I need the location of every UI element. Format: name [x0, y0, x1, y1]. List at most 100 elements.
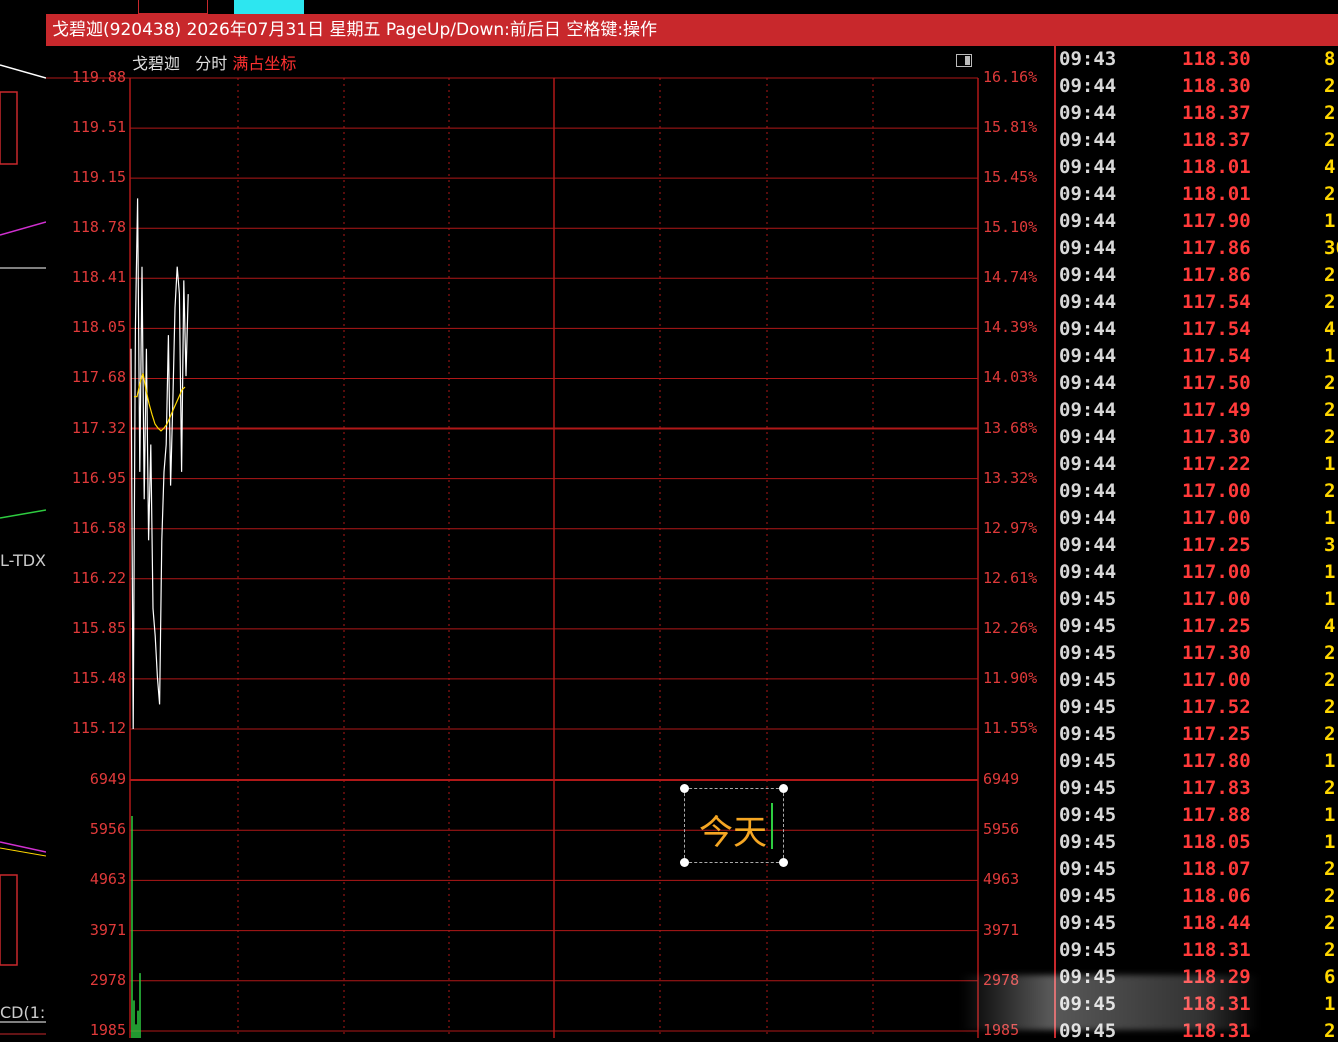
tick-row[interactable]: 09:43 118.30 8	[1056, 46, 1338, 73]
tick-time: 09:45	[1059, 696, 1117, 718]
tick-volume: 2	[1324, 696, 1336, 718]
tick-row[interactable]: 09:44 117.90 1	[1056, 208, 1338, 235]
tick-row[interactable]: 09:45 117.88 1	[1056, 802, 1338, 829]
tick-row[interactable]: 09:44 117.25 3	[1056, 532, 1338, 559]
tick-volume: 2	[1324, 129, 1336, 151]
price-axis-label-right: 13.32%	[983, 468, 1038, 487]
resize-handle-bottom-left[interactable]	[680, 858, 689, 867]
tick-price: 117.30	[1182, 426, 1251, 448]
panel-toggle-icon[interactable]	[956, 54, 972, 67]
tick-price: 118.07	[1182, 858, 1251, 880]
intraday-chart[interactable]: 戈碧迦 分时 满占坐标 119.88 119.51 119.15 118.78 118.…	[46, 46, 1054, 1039]
tick-row[interactable]: 09:45 117.30 2	[1056, 640, 1338, 667]
tick-time: 09:44	[1059, 399, 1117, 421]
tick-row[interactable]: 09:45 117.00 2	[1056, 667, 1338, 694]
price-axis-label-left: 115.85	[71, 618, 126, 637]
tick-row[interactable]: 09:44 117.22 1	[1056, 451, 1338, 478]
top-toolbar-remnant	[46, 0, 1338, 14]
tick-price: 117.54	[1182, 345, 1251, 367]
window-title-bar[interactable]: 戈碧迦(920438) 2026年07月31日 星期五 PageUp/Down:…	[46, 14, 1338, 46]
tick-time: 09:45	[1059, 642, 1117, 664]
tick-price: 117.54	[1182, 318, 1251, 340]
tick-row[interactable]: 09:44 117.30 2	[1056, 424, 1338, 451]
tick-row[interactable]: 09:45 117.52 2	[1056, 694, 1338, 721]
price-axis-label-left: 118.41	[71, 268, 126, 287]
resize-handle-top-right[interactable]	[779, 784, 788, 793]
tick-row[interactable]: 09:44 117.54 1	[1056, 343, 1338, 370]
tick-time: 09:44	[1059, 102, 1117, 124]
price-axis-label-right: 11.90%	[983, 668, 1038, 687]
tick-list[interactable]: 09:43 118.30 8 09:44 118.30 2 09:44 118.37 2 09:4…	[1054, 46, 1338, 1038]
tick-price: 117.00	[1182, 588, 1251, 610]
tick-row[interactable]: 09:45 117.25 2	[1056, 721, 1338, 748]
tick-volume: 2	[1324, 291, 1336, 313]
text-annotation-box[interactable]: 今天	[680, 784, 788, 867]
tick-price: 118.37	[1182, 129, 1251, 151]
price-axis-label-left: 116.95	[71, 468, 126, 487]
tick-time: 09:45	[1059, 750, 1117, 772]
tick-price: 118.05	[1182, 831, 1251, 853]
tick-row[interactable]: 09:45 117.25 4	[1056, 613, 1338, 640]
tick-row[interactable]: 09:44 117.49 2	[1056, 397, 1338, 424]
tick-row[interactable]: 09:44 118.37 2	[1056, 100, 1338, 127]
tick-row[interactable]: 09:44 117.00 1	[1056, 505, 1338, 532]
tick-row[interactable]: 09:44 118.01 4	[1056, 154, 1338, 181]
top-tab-remnant[interactable]	[138, 0, 208, 14]
tick-row[interactable]: 09:44 118.37 2	[1056, 127, 1338, 154]
tick-row[interactable]: 09:45 118.07 2	[1056, 856, 1338, 883]
volume-axis-label-right: 6949	[983, 770, 1020, 788]
resize-handle-top-left[interactable]	[680, 784, 689, 793]
tick-row[interactable]: 09:44 117.50 2	[1056, 370, 1338, 397]
tick-row[interactable]: 09:44 118.01 2	[1056, 181, 1338, 208]
tick-row[interactable]: 09:45 117.80 1	[1056, 748, 1338, 775]
tick-price: 118.01	[1182, 156, 1251, 178]
tick-volume: 2	[1324, 939, 1336, 961]
tick-volume: 2	[1324, 264, 1336, 286]
tick-price: 117.54	[1182, 291, 1251, 313]
tick-price: 117.22	[1182, 453, 1251, 475]
tick-price: 117.86	[1182, 237, 1251, 259]
tick-row[interactable]: 09:45 118.31 2	[1056, 937, 1338, 964]
resize-handle-bottom-right[interactable]	[779, 858, 788, 867]
volume-axis-label-left: 1985	[89, 1021, 126, 1039]
volume-axis-label-right: 4963	[983, 870, 1020, 889]
tick-time: 09:44	[1059, 426, 1117, 448]
left-panel-label-macd: CD(1:	[0, 1003, 46, 1022]
tick-row[interactable]: 09:44 117.54 4	[1056, 316, 1338, 343]
tick-time: 09:44	[1059, 75, 1117, 97]
tick-row[interactable]: 09:45 118.06 2	[1056, 883, 1338, 910]
price-axis-label-right: 11.55%	[983, 719, 1038, 737]
tick-row[interactable]: 09:44 117.00 1	[1056, 559, 1338, 586]
tick-row[interactable]: 09:45 117.00 1	[1056, 586, 1338, 613]
tick-row[interactable]: 09:44 118.30 2	[1056, 73, 1338, 100]
price-axis-label-left: 116.22	[71, 568, 126, 587]
tick-volume: 2	[1324, 669, 1336, 691]
tick-price: 117.90	[1182, 210, 1251, 232]
tick-row[interactable]: 09:44 117.86 2	[1056, 262, 1338, 289]
tick-volume: 3	[1324, 534, 1336, 556]
chart-canvas[interactable]	[46, 46, 1054, 1038]
tick-price: 117.25	[1182, 723, 1251, 745]
chart-header: 戈碧迦 分时 满占坐标	[132, 50, 296, 74]
tick-row[interactable]: 09:44 117.00 2	[1056, 478, 1338, 505]
tick-row[interactable]: 09:45 118.44 2	[1056, 910, 1338, 937]
tick-row[interactable]: 09:45 118.05 1	[1056, 829, 1338, 856]
tick-row[interactable]: 09:44 117.86 30	[1056, 235, 1338, 262]
price-axis-label-right: 13.68%	[983, 418, 1038, 437]
scale-mode[interactable]: 满占坐标	[232, 54, 296, 73]
price-axis-label-right: 14.03%	[983, 368, 1038, 387]
tick-price: 118.01	[1182, 183, 1251, 205]
top-highlight-remnant[interactable]	[234, 0, 304, 14]
tick-row[interactable]: 09:44 117.54 2	[1056, 289, 1338, 316]
tick-row[interactable]: 09:45 117.83 2	[1056, 775, 1338, 802]
tick-volume: 2	[1324, 426, 1336, 448]
left-side-panel: L-TDX CD(1:	[0, 0, 47, 1038]
annotation-text[interactable]: 今天	[699, 805, 767, 854]
price-axis-label-left: 117.68	[71, 368, 126, 387]
tick-price: 118.06	[1182, 885, 1251, 907]
chart-mode[interactable]: 分时	[195, 54, 227, 73]
price-axis-label-right: 12.61%	[983, 568, 1038, 587]
tick-time: 09:44	[1059, 345, 1117, 367]
tick-volume: 30	[1324, 237, 1338, 259]
tick-time: 09:44	[1059, 318, 1117, 340]
